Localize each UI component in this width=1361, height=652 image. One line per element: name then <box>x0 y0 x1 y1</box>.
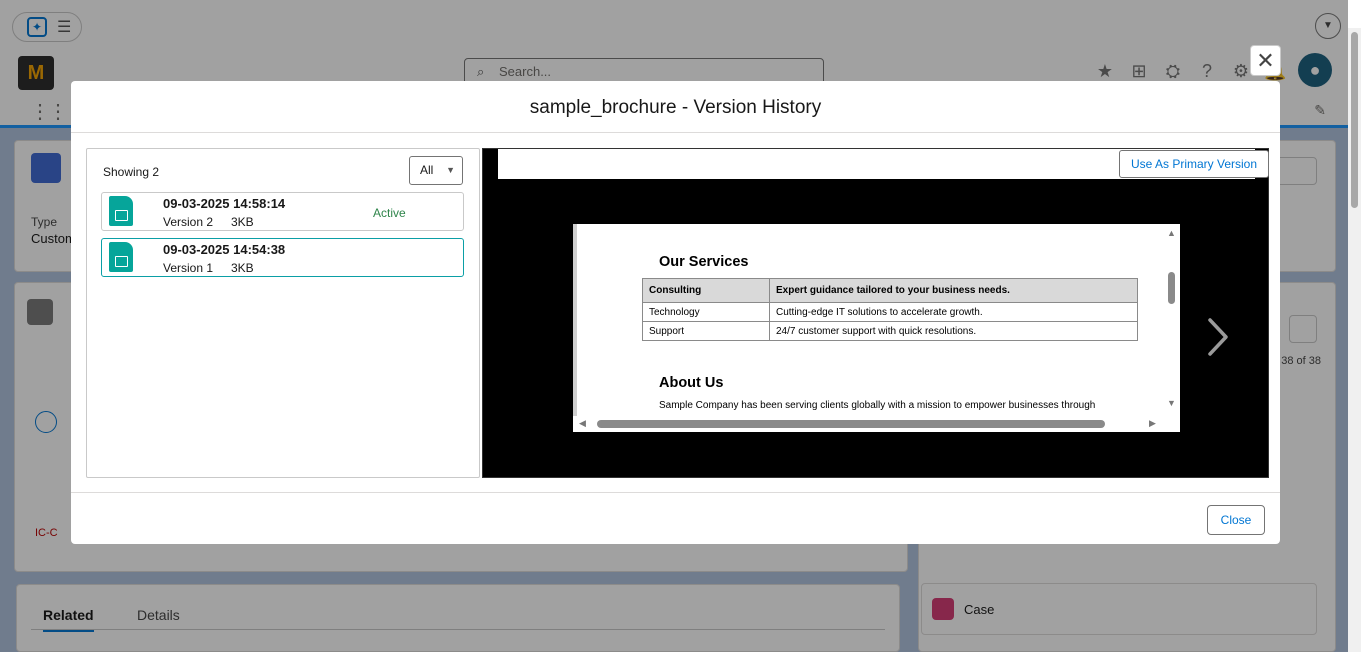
table-cell: 24/7 customer support with quick resolut… <box>769 321 1138 341</box>
image-file-icon <box>109 242 133 272</box>
table-cell: Technology <box>642 302 770 322</box>
table-cell: Support <box>642 321 770 341</box>
version-date: 09-03-2025 14:58:14 <box>163 196 286 211</box>
scroll-down-icon[interactable]: ▼ <box>1167 398 1176 408</box>
scroll-up-icon[interactable]: ▲ <box>1167 228 1176 238</box>
table-row: Support 24/7 customer support with quick… <box>642 321 1138 341</box>
version-number: Version 1 <box>163 261 214 275</box>
modal-body: Showing 2 All ▼ 09-03-2025 14:58:14 Vers… <box>71 133 1280 492</box>
version-size: 3KB <box>231 215 254 229</box>
services-heading: Our Services <box>659 254 749 270</box>
version-item[interactable]: 09-03-2025 14:58:14 Version 2 3KB Active <box>101 192 464 231</box>
version-list-pane: Showing 2 All ▼ 09-03-2025 14:58:14 Vers… <box>86 148 480 478</box>
doc-horizontal-scrollbar[interactable]: ◀ ▶ <box>573 416 1180 432</box>
about-paragraph: Sample Company has been serving clients … <box>659 400 1096 411</box>
version-date: 09-03-2025 14:54:38 <box>163 242 286 257</box>
version-status: Active <box>373 206 406 220</box>
close-button[interactable]: Close <box>1207 505 1265 535</box>
modal-title: sample_brochure - Version History <box>71 81 1280 133</box>
table-cell: Expert guidance tailored to your busines… <box>769 278 1138 303</box>
about-heading: About Us <box>659 375 724 391</box>
table-row: Technology Cutting-edge IT solutions to … <box>642 302 1138 322</box>
modal-footer: Close <box>71 492 1280 544</box>
scroll-right-icon[interactable]: ▶ <box>1149 418 1156 429</box>
doc-left-border <box>573 224 577 416</box>
version-filter-select[interactable]: All ▼ <box>409 156 463 185</box>
preview-pane: Use As Primary Version Our Services Cons… <box>482 148 1269 478</box>
document-preview[interactable]: Our Services Consulting Expert guidance … <box>573 224 1180 432</box>
filter-value: All <box>420 163 434 177</box>
modal-close-button[interactable]: ✕ <box>1250 45 1281 76</box>
use-as-primary-button[interactable]: Use As Primary Version <box>1119 150 1269 178</box>
page-scrollbar-thumb[interactable] <box>1351 32 1358 208</box>
table-row: Consulting Expert guidance tailored to y… <box>642 278 1138 303</box>
showing-count: Showing 2 <box>103 165 160 179</box>
services-table: Consulting Expert guidance tailored to y… <box>642 278 1138 341</box>
doc-hscroll-thumb[interactable] <box>597 420 1105 428</box>
caret-down-icon: ▼ <box>446 165 455 175</box>
doc-vertical-scrollbar[interactable]: ▲ ▼ <box>1163 224 1180 416</box>
version-history-modal: sample_brochure - Version History Showin… <box>71 81 1280 544</box>
table-cell: Cutting-edge IT solutions to accelerate … <box>769 302 1138 322</box>
page-scrollbar[interactable] <box>1348 28 1361 652</box>
chevron-right-icon[interactable] <box>1205 317 1231 357</box>
table-cell: Consulting <box>642 278 770 303</box>
version-size: 3KB <box>231 261 254 275</box>
version-number: Version 2 <box>163 215 214 229</box>
scroll-left-icon[interactable]: ◀ <box>579 418 586 429</box>
preview-toolbar: Use As Primary Version <box>498 149 1269 179</box>
version-item-selected[interactable]: 09-03-2025 14:54:38 Version 1 3KB <box>101 238 464 277</box>
image-file-icon <box>109 196 133 226</box>
doc-vscroll-thumb[interactable] <box>1168 272 1175 304</box>
